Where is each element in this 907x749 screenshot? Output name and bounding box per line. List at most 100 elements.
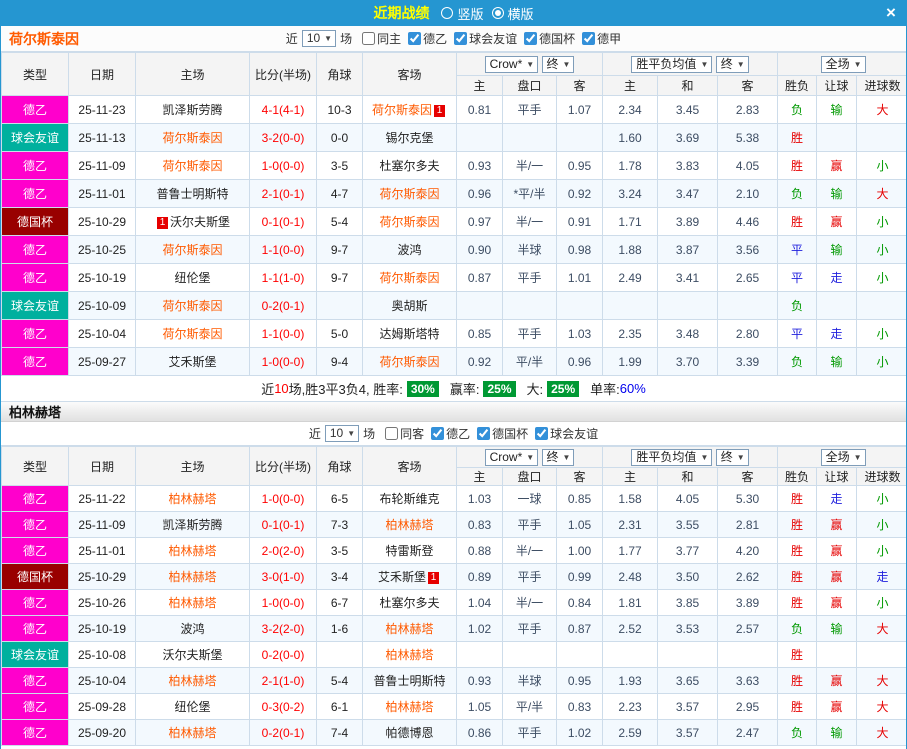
- team-name[interactable]: 荷尔斯泰因: [162, 159, 222, 173]
- ah-home-odds-cell: 0.86: [456, 719, 503, 746]
- team-name[interactable]: 柏林赫塔: [385, 700, 433, 714]
- league-type-cell: 德乙: [1, 95, 69, 124]
- filter-checkbox[interactable]: 同主: [362, 30, 401, 47]
- checkbox-input[interactable]: [582, 32, 596, 45]
- euro-home-odds-cell: 1.93: [602, 667, 659, 694]
- handicap-result-cell: 输: [816, 235, 858, 264]
- match-row: 德乙 25-10-19 纽伦堡 1-1(1-0) 9-7 荷尔斯泰因 0.87 平手 1.01 2…: [1, 263, 906, 292]
- ah-handicap-cell: 半/一: [502, 207, 557, 236]
- full-match-select[interactable]: 全场 ▼: [820, 448, 866, 466]
- team-name[interactable]: 柏林赫塔: [168, 596, 216, 610]
- final-odds-select[interactable]: 终 ▼: [541, 448, 575, 466]
- checkbox-input[interactable]: [524, 32, 538, 45]
- home-team-cell: 凯泽斯劳腾: [135, 511, 250, 538]
- match-count-select[interactable]: 10 ▼: [301, 30, 337, 47]
- filter-checkbox[interactable]: 球会友谊: [454, 30, 517, 47]
- chevron-down-icon: ▼: [853, 59, 862, 69]
- team-name[interactable]: 波鸿: [397, 243, 421, 257]
- team-name[interactable]: 特雷斯登: [385, 544, 433, 558]
- euro-avg-select[interactable]: 胜平负均值 ▼: [631, 55, 713, 73]
- match-row: 德乙 25-11-01 柏林赫塔 2-0(2-0) 3-5 特雷斯登 0.88 半/一 1.00…: [1, 537, 906, 564]
- checkbox-input[interactable]: [385, 427, 399, 440]
- checkbox-input[interactable]: [535, 427, 549, 440]
- col-eu-away: 客: [717, 467, 779, 486]
- team-name[interactable]: 奥胡斯: [391, 299, 427, 313]
- matches-body: 德乙 25-11-22 柏林赫塔 1-0(0-0) 6-5 布轮斯维克 1.03 一球 0.85…: [1, 485, 906, 746]
- team-name[interactable]: 艾禾斯堡: [378, 570, 426, 584]
- layout-vertical-option[interactable]: 竖版: [441, 4, 484, 23]
- result-cell: 胜: [777, 151, 818, 180]
- match-row: 球会友谊 25-10-08 沃尔夫斯堡 0-2(0-0) 柏林赫塔 胜: [1, 641, 906, 668]
- match-count-select[interactable]: 10 ▼: [324, 425, 360, 442]
- filter-checkbox[interactable]: 德乙: [408, 30, 447, 47]
- team-name[interactable]: 荷尔斯泰因: [379, 215, 439, 229]
- odds-provider-select[interactable]: Crow* ▼: [484, 448, 539, 466]
- team-name[interactable]: 达姆斯塔特: [379, 327, 439, 341]
- filter-checkbox[interactable]: 德乙: [431, 425, 470, 442]
- team-name[interactable]: 杜塞尔多夫: [379, 159, 439, 173]
- league-type-cell: 德乙: [1, 347, 69, 376]
- team-name[interactable]: 荷尔斯泰因: [162, 131, 222, 145]
- team-name[interactable]: 沃尔夫斯堡: [170, 215, 230, 229]
- euro-final-select[interactable]: 终 ▼: [715, 55, 749, 73]
- team-name[interactable]: 柏林赫塔: [385, 518, 433, 532]
- team-name[interactable]: 柏林赫塔: [168, 544, 216, 558]
- filter-checkbox[interactable]: 德国杯: [477, 425, 528, 442]
- team-name[interactable]: 锡尔克堡: [385, 131, 433, 145]
- col-score: 比分(半场): [249, 52, 317, 96]
- checkbox-input[interactable]: [477, 427, 491, 440]
- checkbox-input[interactable]: [362, 32, 376, 45]
- filter-bar: 近 10 ▼ 场 同主 德乙 球会友谊 德国杯 德甲: [286, 30, 621, 47]
- ah-away-odds-cell: 0.83: [555, 693, 604, 720]
- team-name[interactable]: 荷尔斯泰因: [379, 187, 439, 201]
- layout-horizontal-option[interactable]: 横版: [491, 4, 534, 23]
- team-name[interactable]: 荷尔斯泰因: [162, 327, 222, 341]
- euro-away-odds-cell: 2.47: [717, 719, 779, 746]
- ah-handicap-cell: *平/半: [502, 179, 557, 208]
- team-name[interactable]: 荷尔斯泰因: [372, 103, 432, 117]
- team-name[interactable]: 柏林赫塔: [168, 492, 216, 506]
- team-name[interactable]: 荷尔斯泰因: [379, 271, 439, 285]
- team-name[interactable]: 荷尔斯泰因: [162, 243, 222, 257]
- team-name[interactable]: 纽伦堡: [174, 700, 210, 714]
- euro-away-odds-cell: 2.57: [717, 615, 779, 642]
- team-name[interactable]: 柏林赫塔: [385, 648, 433, 662]
- filter-checkbox[interactable]: 德甲: [582, 30, 621, 47]
- team-name[interactable]: 杜塞尔多夫: [379, 596, 439, 610]
- match-row: 德乙 25-10-19 波鸿 3-2(2-0) 1-6 柏林赫塔 1.02 平手 0.87 2.5…: [1, 615, 906, 642]
- full-match-select[interactable]: 全场 ▼: [820, 55, 866, 73]
- checkbox-input[interactable]: [454, 32, 468, 45]
- final-odds-select[interactable]: 终 ▼: [541, 55, 575, 73]
- filter-checkbox[interactable]: 同客: [385, 425, 424, 442]
- ah-handicap-cell: 半球: [502, 667, 557, 694]
- team-name[interactable]: 柏林赫塔: [168, 674, 216, 688]
- team-name[interactable]: 凯泽斯劳腾: [162, 518, 222, 532]
- team-name[interactable]: 柏林赫塔: [168, 570, 216, 584]
- euro-final-select[interactable]: 终 ▼: [715, 448, 749, 466]
- team-name[interactable]: 纽伦堡: [174, 271, 210, 285]
- filter-checkbox[interactable]: 德国杯: [524, 30, 575, 47]
- odds-provider-select[interactable]: Crow* ▼: [484, 55, 539, 73]
- team-name[interactable]: 荷尔斯泰因: [379, 355, 439, 369]
- handicap-result-cell: 赢: [816, 589, 858, 616]
- team-name[interactable]: 荷尔斯泰因: [162, 299, 222, 313]
- team-name[interactable]: 柏林赫塔: [385, 622, 433, 636]
- team-name[interactable]: 布轮斯维克: [379, 492, 439, 506]
- team-section-2: 柏林赫塔 近 10 ▼ 场 同客 德乙 德国杯 球会友谊 类型 日期 主场 比分…: [1, 402, 906, 746]
- team-name[interactable]: 普鲁士明斯特: [373, 674, 445, 688]
- team-name[interactable]: 帕德博恩: [385, 726, 433, 740]
- games-label: 场: [340, 32, 353, 46]
- corner-cell: 9-7: [316, 263, 363, 292]
- checkbox-input[interactable]: [408, 32, 422, 45]
- checkbox-input[interactable]: [431, 427, 445, 440]
- team-name[interactable]: 艾禾斯堡: [168, 355, 216, 369]
- team-name[interactable]: 凯泽斯劳腾: [162, 103, 222, 117]
- odds-provider-value: Crow*: [489, 449, 523, 464]
- team-name[interactable]: 波鸿: [180, 622, 204, 636]
- team-name[interactable]: 普鲁士明斯特: [156, 187, 228, 201]
- filter-checkbox[interactable]: 球会友谊: [535, 425, 598, 442]
- team-name[interactable]: 柏林赫塔: [168, 726, 216, 740]
- close-icon[interactable]: ×: [881, 3, 901, 23]
- euro-avg-select[interactable]: 胜平负均值 ▼: [631, 448, 713, 466]
- team-name[interactable]: 沃尔夫斯堡: [162, 648, 222, 662]
